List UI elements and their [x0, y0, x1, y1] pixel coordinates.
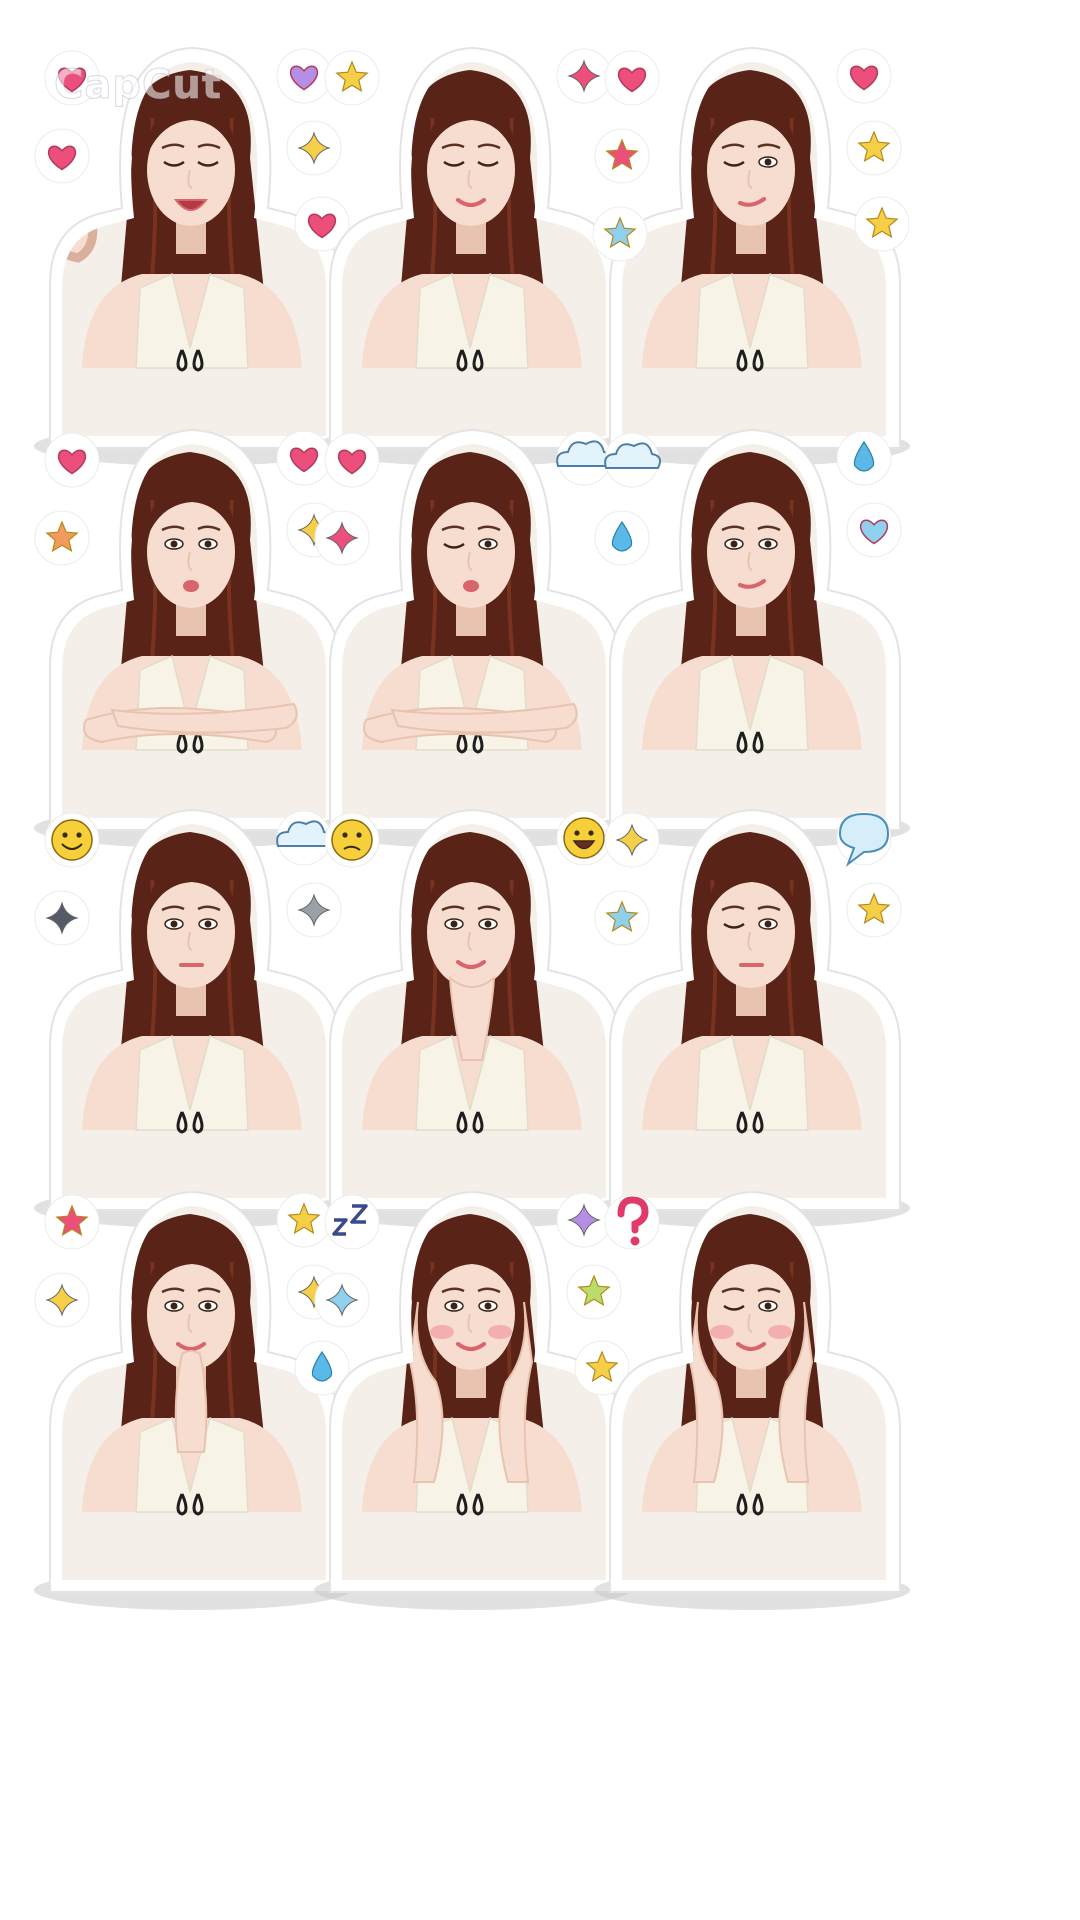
star-pink-icon: [594, 128, 650, 184]
mouth: [463, 580, 479, 592]
sticker-grid: [0, 0, 1080, 1920]
cloud-blue-icon: [604, 432, 661, 488]
question-pink-icon: [604, 1194, 660, 1250]
sparkle-pink-icon: [314, 510, 370, 566]
sticker-graphic: [594, 808, 910, 1228]
capcut-watermark: CapCut: [54, 62, 222, 109]
sparkle-dark-icon: [34, 890, 90, 946]
star-blue-icon: [594, 890, 650, 946]
star-yellow-icon: [846, 882, 902, 938]
star-yellow-icon: [854, 196, 910, 252]
sticker-squint: [582, 800, 922, 1240]
heart-pink-icon: [836, 48, 892, 104]
sparkle-yellow-icon: [604, 812, 660, 868]
speech-blue-icon: [836, 810, 892, 867]
heart-pink-icon: [44, 432, 100, 488]
heart-pink-icon: [34, 128, 90, 184]
sticker-graphic: [594, 1190, 910, 1610]
star-orange-icon: [34, 510, 90, 566]
sticker-smirk: [582, 420, 922, 860]
sticker-wink: [582, 38, 922, 478]
emoji-confused-icon: [324, 812, 380, 868]
star-blue-icon: [592, 206, 648, 262]
heart-pink-icon: [604, 50, 660, 106]
emoji-smile-icon: [44, 812, 100, 868]
sparkle-blue-icon: [314, 1272, 370, 1328]
praying-hands: [174, 1350, 208, 1453]
star-yellow-icon: [846, 120, 902, 176]
drop-blue-icon: [594, 510, 650, 566]
mouth: [183, 580, 199, 592]
heart-blue-icon: [846, 502, 902, 558]
drop-blue-icon: [836, 430, 892, 486]
zzz-navy-icon: [324, 1194, 380, 1250]
sticker-graphic: [592, 46, 910, 466]
star-pink-icon: [44, 1194, 100, 1250]
sticker-graphic: [594, 428, 910, 848]
sparkle-yellow-icon: [34, 1272, 90, 1328]
sticker-cheeks-in-hands-wink: [582, 1182, 922, 1622]
heart-pink-icon: [324, 432, 380, 488]
star-yellow-icon: [324, 50, 380, 106]
